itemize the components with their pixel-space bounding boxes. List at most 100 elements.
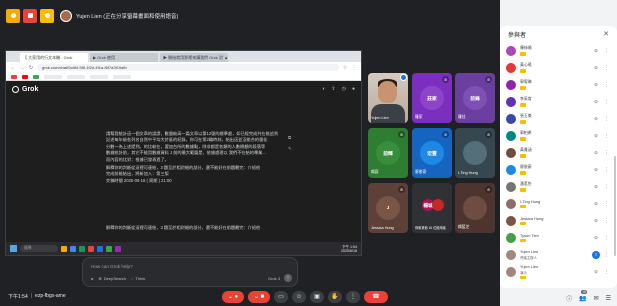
captions-button[interactable]: ▭ xyxy=(274,291,288,303)
model-selector[interactable]: Grok 3 xyxy=(268,276,280,281)
emoji-icon[interactable] xyxy=(40,8,54,23)
participant-tile[interactable]: J ⊘ Jessica Hung xyxy=(368,183,408,233)
bookmark-item[interactable] xyxy=(44,74,62,79)
list-item[interactable]: 陳絲瑜 ⊘ ⋮ xyxy=(506,42,609,59)
info-icon[interactable]: ⓘ xyxy=(566,294,572,303)
more-vert-icon[interactable]: ⋮ xyxy=(604,201,609,207)
browser-tab[interactable]: ▶ Grok 使用 xyxy=(90,53,158,62)
gmail-bookmark-icon[interactable] xyxy=(11,74,17,79)
star-icon[interactable]: ☆ xyxy=(342,65,348,71)
list-item[interactable]: 黃心瑤 ⊘ ⋮ xyxy=(506,59,609,76)
browser-tab[interactable]: ▶ 開始就用那裡來講我們 Grok 對 ▲ × xyxy=(160,53,228,62)
history-icon[interactable]: ◷ xyxy=(342,86,346,92)
attach-icon[interactable]: ⌀ xyxy=(91,276,93,281)
list-item[interactable]: Jessica Hung ⊘ ⋮ xyxy=(506,212,609,229)
reload-icon[interactable]: ↻ xyxy=(28,65,34,71)
leave-call-button[interactable]: ☎ xyxy=(364,291,388,303)
mic-off-icon[interactable]: ⊘ xyxy=(592,184,600,190)
meeting-code[interactable]: ezp-fbgx-ame xyxy=(35,293,66,300)
list-item[interactable]: Yujen Lien 會議主辦人 ⇪ ⋮ xyxy=(506,246,609,263)
edit-icon[interactable]: ✎ xyxy=(288,146,292,152)
menu-icon[interactable]: ⋮ xyxy=(351,65,357,71)
close-icon[interactable]: ✕ xyxy=(603,30,609,38)
participant-tile[interactable]: 楊城 你和其他 16 位使用者 xyxy=(412,183,452,233)
participant-tile[interactable]: ⊘ 賴藍芝 xyxy=(455,183,495,233)
mic-off-icon[interactable]: ⊘ xyxy=(592,201,600,207)
app-icon[interactable] xyxy=(115,245,121,252)
list-item[interactable]: I-Ting Hung ⊘ ⋮ xyxy=(506,195,609,212)
grok-logo[interactable]: Grok xyxy=(12,85,38,93)
share-icon[interactable]: ⇪ xyxy=(331,86,335,92)
raise-hand-button[interactable]: ✋ xyxy=(328,291,342,303)
participant-tile[interactable]: ⊘ I-Ting Hung xyxy=(455,128,495,178)
list-item[interactable]: 李采育 ⊘ ⋮ xyxy=(506,93,609,110)
list-item[interactable]: Yujen Lien 演示 ⊘ ⋮ xyxy=(506,263,609,280)
participant-tile[interactable]: 莊家 ⊘ 羅家 xyxy=(412,73,452,123)
hand-raise-icon[interactable] xyxy=(6,8,20,23)
activities-icon[interactable]: ☰ xyxy=(606,295,611,302)
more-vert-icon[interactable]: ⋮ xyxy=(604,116,609,122)
mic-off-icon[interactable]: ⊘ xyxy=(592,167,600,173)
more-vert-icon[interactable]: ⋮ xyxy=(604,82,609,88)
mic-off-icon[interactable]: ⊘ xyxy=(592,218,600,224)
mic-off-icon[interactable]: ⊘ xyxy=(592,150,600,156)
copy-icon[interactable]: ⧉ xyxy=(288,135,292,140)
youtube-bookmark-icon[interactable] xyxy=(22,74,28,79)
app-icon[interactable] xyxy=(97,245,103,252)
participant-tile[interactable]: 前鋒 ⊘ 羅佳 xyxy=(455,73,495,123)
mic-off-icon[interactable]: ⊘ xyxy=(592,65,600,71)
taskbar-search[interactable]: 搜尋 xyxy=(20,245,58,252)
participant-tile[interactable]: 宏豐 ⊘ 廖俊豪 xyxy=(412,128,452,178)
participant-tile[interactable]: 前輝 ⊘ 賴庭 xyxy=(368,128,408,178)
mic-off-icon[interactable]: ⊘ xyxy=(592,82,600,88)
mic-off-icon[interactable]: ⊘ xyxy=(592,133,600,139)
more-vert-icon[interactable]: ⋮ xyxy=(604,48,609,54)
file-explorer-icon[interactable] xyxy=(61,245,67,252)
windows-start-icon[interactable] xyxy=(10,245,17,252)
more-vert-icon[interactable]: ⋮ xyxy=(604,65,609,71)
bookmark-item[interactable] xyxy=(90,74,108,79)
more-vert-icon[interactable]: ⋮ xyxy=(604,269,609,275)
chat-icon[interactable]: ✉ xyxy=(594,295,599,302)
list-item[interactable]: 張玉美 ⊘ ⋮ xyxy=(506,110,609,127)
app-icon[interactable] xyxy=(106,245,112,252)
maps-bookmark-icon[interactable] xyxy=(33,74,39,79)
mic-off-icon[interactable]: ⊘ xyxy=(592,235,600,241)
avatar[interactable]: ● xyxy=(352,86,355,92)
back-icon[interactable]: ← xyxy=(10,65,16,71)
more-vert-icon[interactable]: ⋮ xyxy=(604,133,609,139)
more-vert-icon[interactable]: ⋮ xyxy=(604,252,609,258)
emoji-button[interactable]: ☺ xyxy=(292,291,306,303)
deepsearch-button[interactable]: ⊕ DeepSearch xyxy=(98,276,126,281)
mic-toggle-button[interactable]: ⌄ ● xyxy=(222,291,244,303)
list-item[interactable]: 郭柏希 ⊘ ⋮ xyxy=(506,127,609,144)
present-button[interactable]: ▣ xyxy=(310,291,324,303)
panel-scrollbar[interactable] xyxy=(614,156,616,256)
mic-off-icon[interactable]: ⊘ xyxy=(592,99,600,105)
more-options-button[interactable]: ⋮ xyxy=(346,291,360,303)
more-vert-icon[interactable]: ⋮ xyxy=(604,99,609,105)
forward-icon[interactable]: → xyxy=(19,65,25,71)
send-button[interactable]: ↑ xyxy=(284,274,292,282)
list-item[interactable]: 潘茗怡 ⊘ ⋮ xyxy=(506,178,609,195)
private-icon[interactable]: ◐ xyxy=(322,86,325,92)
more-vert-icon[interactable]: ⋮ xyxy=(604,150,609,156)
mic-off-icon[interactable]: ⊘ xyxy=(592,269,600,275)
app-icon[interactable] xyxy=(79,245,85,252)
list-item[interactable]: Tyson Tien ⊘ ⋮ xyxy=(506,229,609,246)
app-icon[interactable] xyxy=(88,245,94,252)
camera-toggle-button[interactable]: ⌄ ■ xyxy=(248,291,270,303)
more-vert-icon[interactable]: ⋮ xyxy=(604,218,609,224)
list-item[interactable]: 郭宥琳 ⊘ ⋮ xyxy=(506,76,609,93)
list-item[interactable]: 廖俊豪 ⊘ ⋮ xyxy=(506,161,609,178)
prompt-input[interactable] xyxy=(91,262,291,270)
browser-tab[interactable]: 【 大家用的行文本機 - Grok xyxy=(20,53,88,62)
people-button[interactable]: 👥 18 xyxy=(579,290,587,302)
more-vert-icon[interactable]: ⋮ xyxy=(604,167,609,173)
more-vert-icon[interactable]: ⋮ xyxy=(604,184,609,190)
stop-presenting-icon[interactable] xyxy=(23,8,37,23)
bookmark-item[interactable] xyxy=(113,74,131,79)
mic-off-icon[interactable]: ⊘ xyxy=(592,116,600,122)
think-button[interactable]: ◌ Think xyxy=(131,276,145,281)
mic-off-icon[interactable]: ⊘ xyxy=(592,48,600,54)
